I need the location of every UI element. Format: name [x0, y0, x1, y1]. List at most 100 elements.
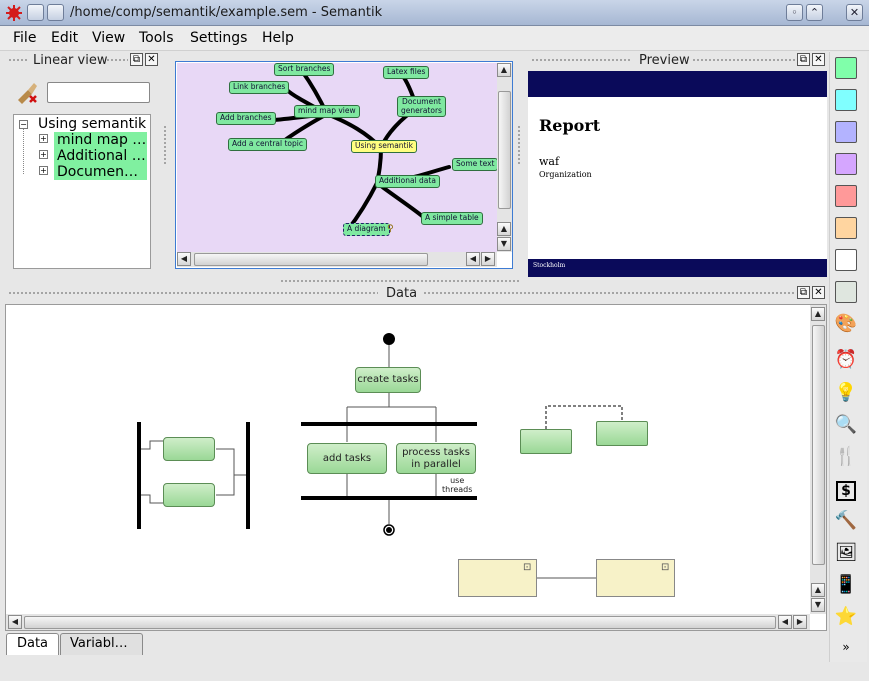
dollar-icon[interactable]: $ [833, 477, 859, 503]
tree-item[interactable]: Documen… [54, 164, 147, 180]
mindmap-node[interactable]: Additional data [375, 175, 440, 188]
more-icon[interactable]: » [833, 634, 859, 660]
scroll-left-button[interactable]: ◀ [8, 615, 22, 629]
splitter-handle[interactable] [280, 279, 520, 283]
gavel-icon[interactable]: 🔨 [833, 508, 859, 534]
scroll-up-button[interactable]: ▲ [811, 307, 825, 321]
window-shade-button[interactable] [47, 4, 64, 21]
magnifier-icon[interactable]: 🔍 [833, 412, 859, 438]
lightbulb-icon[interactable]: 💡 [833, 380, 859, 406]
app-logo-icon[interactable] [6, 5, 22, 21]
scroll-left-button[interactable]: ◀ [466, 252, 480, 266]
mindmap-canvas[interactable]: Sort branches Link branches mind map vie… [177, 63, 499, 252]
portrait-icon[interactable]: 🖼 [833, 540, 859, 566]
tab-variables[interactable]: Variabl… [60, 633, 143, 655]
component-box[interactable]: ⊡ [596, 559, 675, 597]
window-sticky-button[interactable] [27, 4, 44, 21]
tab-data[interactable]: Data [6, 633, 59, 655]
mindmap-node[interactable]: Some text [452, 158, 499, 171]
splitter-handle[interactable] [517, 125, 522, 165]
linear-view-title: Linear view [33, 53, 108, 68]
scroll-down-button[interactable]: ▼ [811, 598, 825, 612]
mindmap-node[interactable]: Add a central topic [228, 138, 307, 151]
color-swatch-cyan[interactable] [835, 89, 857, 111]
close-dock-button[interactable]: ✕ [145, 53, 158, 66]
vertical-scrollbar[interactable]: ▲ ▲ ▼ [810, 305, 826, 614]
scroll-up-button[interactable]: ▲ [497, 63, 511, 77]
scroll-thumb[interactable] [498, 91, 511, 209]
mindmap-node[interactable]: Latex files [383, 66, 430, 79]
mindmap-node[interactable]: Link branches [229, 81, 290, 94]
dock-grip [8, 291, 378, 296]
scroll-thumb[interactable] [24, 616, 776, 629]
component-box[interactable]: ⊡ [458, 559, 537, 597]
color-swatch-white[interactable] [835, 249, 857, 271]
clear-filter-icon[interactable] [14, 80, 40, 106]
diagram-activity-box[interactable] [163, 437, 215, 461]
add-tasks-node[interactable]: add tasks [307, 443, 387, 474]
scroll-left-button[interactable]: ◀ [177, 252, 191, 266]
scroll-thumb[interactable] [812, 325, 825, 565]
scroll-right-button[interactable]: ▶ [793, 615, 807, 629]
tree-item[interactable]: Additional … [54, 148, 147, 164]
scroll-thumb[interactable] [194, 253, 428, 266]
color-swatch-purple[interactable] [835, 153, 857, 175]
minimize-button[interactable]: ◦ [786, 4, 803, 21]
color-swatch-blue[interactable] [835, 121, 857, 143]
mindmap-node[interactable]: mind map view [294, 105, 360, 118]
color-swatch-red[interactable] [835, 185, 857, 207]
expand-icon[interactable]: + [39, 134, 48, 143]
scroll-up-button[interactable]: ▲ [497, 222, 511, 236]
report-author: waf [539, 155, 560, 168]
menu-settings[interactable]: Settings [190, 30, 247, 46]
diagram-box[interactable] [596, 421, 648, 446]
phone-icon[interactable]: 📱 [833, 572, 859, 598]
mindmap-node[interactable]: Add branches [216, 112, 276, 125]
resize-handle-icon[interactable]: ⚲ [387, 224, 394, 234]
mindmap-root-node[interactable]: Using semantik [351, 140, 417, 153]
close-dock-button[interactable]: ✕ [812, 53, 825, 66]
diagram-box[interactable] [520, 429, 572, 454]
process-tasks-node[interactable]: process tasks in parallel [396, 443, 476, 474]
splitter-handle[interactable] [163, 125, 168, 165]
menu-edit[interactable]: Edit [51, 30, 78, 46]
diagram-canvas[interactable]: create tasks add tasks process tasks in … [6, 305, 810, 614]
float-dock-button[interactable]: ⧉ [797, 53, 810, 66]
menu-help[interactable]: Help [262, 30, 294, 46]
mindmap-node[interactable]: Document generators [397, 96, 446, 118]
create-tasks-node[interactable]: create tasks [355, 367, 421, 393]
alarm-clock-icon[interactable]: ⏰ [833, 347, 859, 373]
filter-input[interactable] [47, 82, 150, 103]
close-button[interactable]: ✕ [846, 4, 863, 21]
diagram-activity-box[interactable] [163, 483, 215, 507]
mindmap-node[interactable]: Sort branches [274, 63, 335, 76]
mindmap-node-selected[interactable]: A diagram [343, 223, 390, 236]
scroll-right-button[interactable]: ▶ [481, 252, 495, 266]
color-swatch-green[interactable] [835, 57, 857, 79]
expand-icon[interactable]: + [39, 166, 48, 175]
collapse-icon[interactable]: − [19, 120, 28, 129]
vertical-scrollbar[interactable]: ▲ ▲ ▼ [497, 63, 512, 252]
scroll-left-button[interactable]: ◀ [778, 615, 792, 629]
dock-grip [692, 58, 796, 63]
tree-root[interactable]: Using semantik [38, 116, 146, 132]
close-dock-button[interactable]: ✕ [812, 286, 825, 299]
expand-icon[interactable]: + [39, 150, 48, 159]
palette-icon[interactable]: 🎨 [833, 311, 859, 337]
color-swatch-orange[interactable] [835, 217, 857, 239]
menu-file[interactable]: File [13, 30, 36, 46]
maximize-button[interactable]: ⌃ [806, 4, 823, 21]
float-dock-button[interactable]: ⧉ [130, 53, 143, 66]
menu-tools[interactable]: Tools [139, 30, 174, 46]
star-icon[interactable]: ⭐ [833, 604, 859, 630]
color-swatch-gray[interactable] [835, 281, 857, 303]
horizontal-scrollbar[interactable]: ◀ ◀ ▶ [6, 614, 810, 630]
cutlery-icon[interactable]: 🍴 [833, 444, 859, 470]
scroll-up-button[interactable]: ▲ [811, 583, 825, 597]
tree-item[interactable]: mind map … [54, 132, 147, 148]
float-dock-button[interactable]: ⧉ [797, 286, 810, 299]
mindmap-node[interactable]: A simple table [421, 212, 483, 225]
horizontal-scrollbar[interactable]: ◀ ◀ ▶ [177, 252, 497, 267]
menu-view[interactable]: View [92, 30, 125, 46]
scroll-down-button[interactable]: ▼ [497, 237, 511, 251]
